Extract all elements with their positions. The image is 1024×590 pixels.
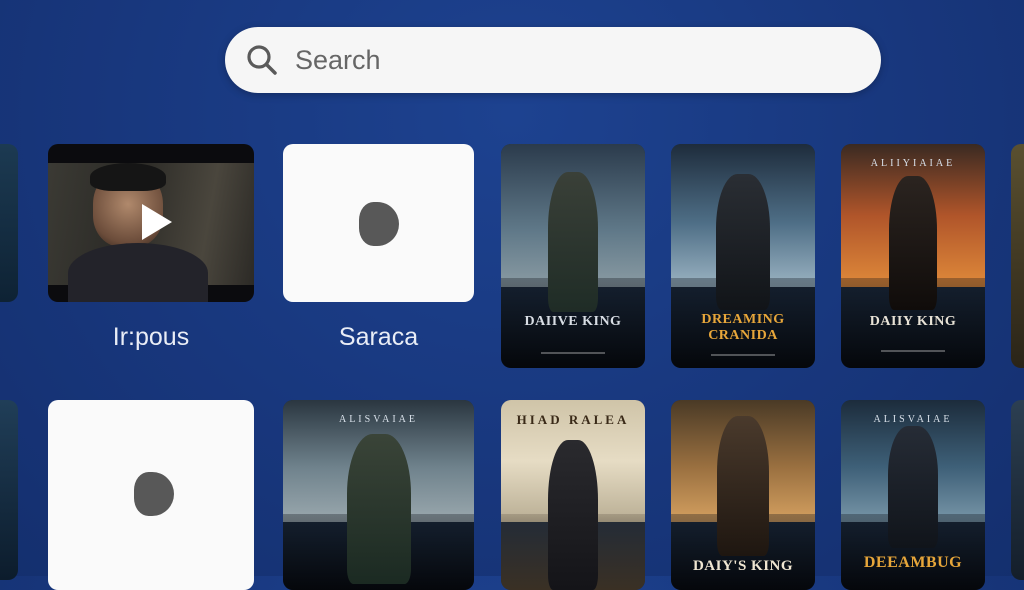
search-icon xyxy=(247,45,277,75)
search-input[interactable] xyxy=(293,43,797,77)
video-title-label: Ir:pous xyxy=(112,323,190,351)
poster-tagline: ALISVAIAE xyxy=(873,414,953,425)
edge-card-right-row1[interactable] xyxy=(1011,144,1024,368)
poster-credits xyxy=(541,352,605,354)
placeholder-title-label: Saraca xyxy=(338,323,419,351)
poster-tagline: HIAD RALEA xyxy=(516,412,630,427)
poster-card[interactable]: DAIIVE KING xyxy=(501,144,645,368)
poster-card[interactable]: ALISVAIAE xyxy=(283,400,474,590)
poster-card[interactable]: ALIIYIAIAE DAIIY KING xyxy=(841,144,985,368)
poster-title: DAIIVE KING xyxy=(524,314,622,329)
poster-figure xyxy=(548,172,598,312)
poster-figure xyxy=(548,440,598,590)
edge-card-left-row1[interactable] xyxy=(0,144,18,302)
placeholder-card[interactable] xyxy=(48,400,254,590)
poster-card[interactable]: DAIY'S KING xyxy=(671,400,815,590)
person-hair xyxy=(90,163,166,191)
video-thumbnail-card[interactable] xyxy=(48,144,254,302)
poster-tagline: ALIIYIAIAE xyxy=(870,158,956,169)
poster-figure xyxy=(346,434,411,584)
poster-figure xyxy=(888,426,938,548)
placeholder-play-icon xyxy=(359,202,399,246)
person-shoulders xyxy=(68,243,208,302)
poster-title: DAIIY KING xyxy=(869,314,957,329)
play-icon[interactable] xyxy=(142,204,172,240)
poster-credits xyxy=(711,354,775,356)
poster-title: DAIY'S KING xyxy=(692,558,794,574)
edge-card-left-row2[interactable] xyxy=(0,400,18,580)
poster-card[interactable]: ALISVAIAE DEEAMBUG xyxy=(841,400,985,590)
poster-tagline: ALISVAIAE xyxy=(338,414,419,425)
edge-card-right-row2[interactable] xyxy=(1011,400,1024,580)
search-bar[interactable] xyxy=(225,27,881,93)
poster-title: DREAMING CRANIDA xyxy=(701,312,785,343)
poster-figure xyxy=(889,176,937,310)
poster-figure xyxy=(717,416,769,556)
poster-card[interactable]: HIAD RALEA xyxy=(501,400,645,590)
poster-credits xyxy=(881,350,945,352)
placeholder-card[interactable] xyxy=(283,144,474,302)
poster-figure xyxy=(716,174,770,310)
placeholder-play-icon xyxy=(134,472,174,516)
poster-title: DEEAMBUG xyxy=(863,554,963,571)
poster-card[interactable]: DREAMING CRANIDA xyxy=(671,144,815,368)
